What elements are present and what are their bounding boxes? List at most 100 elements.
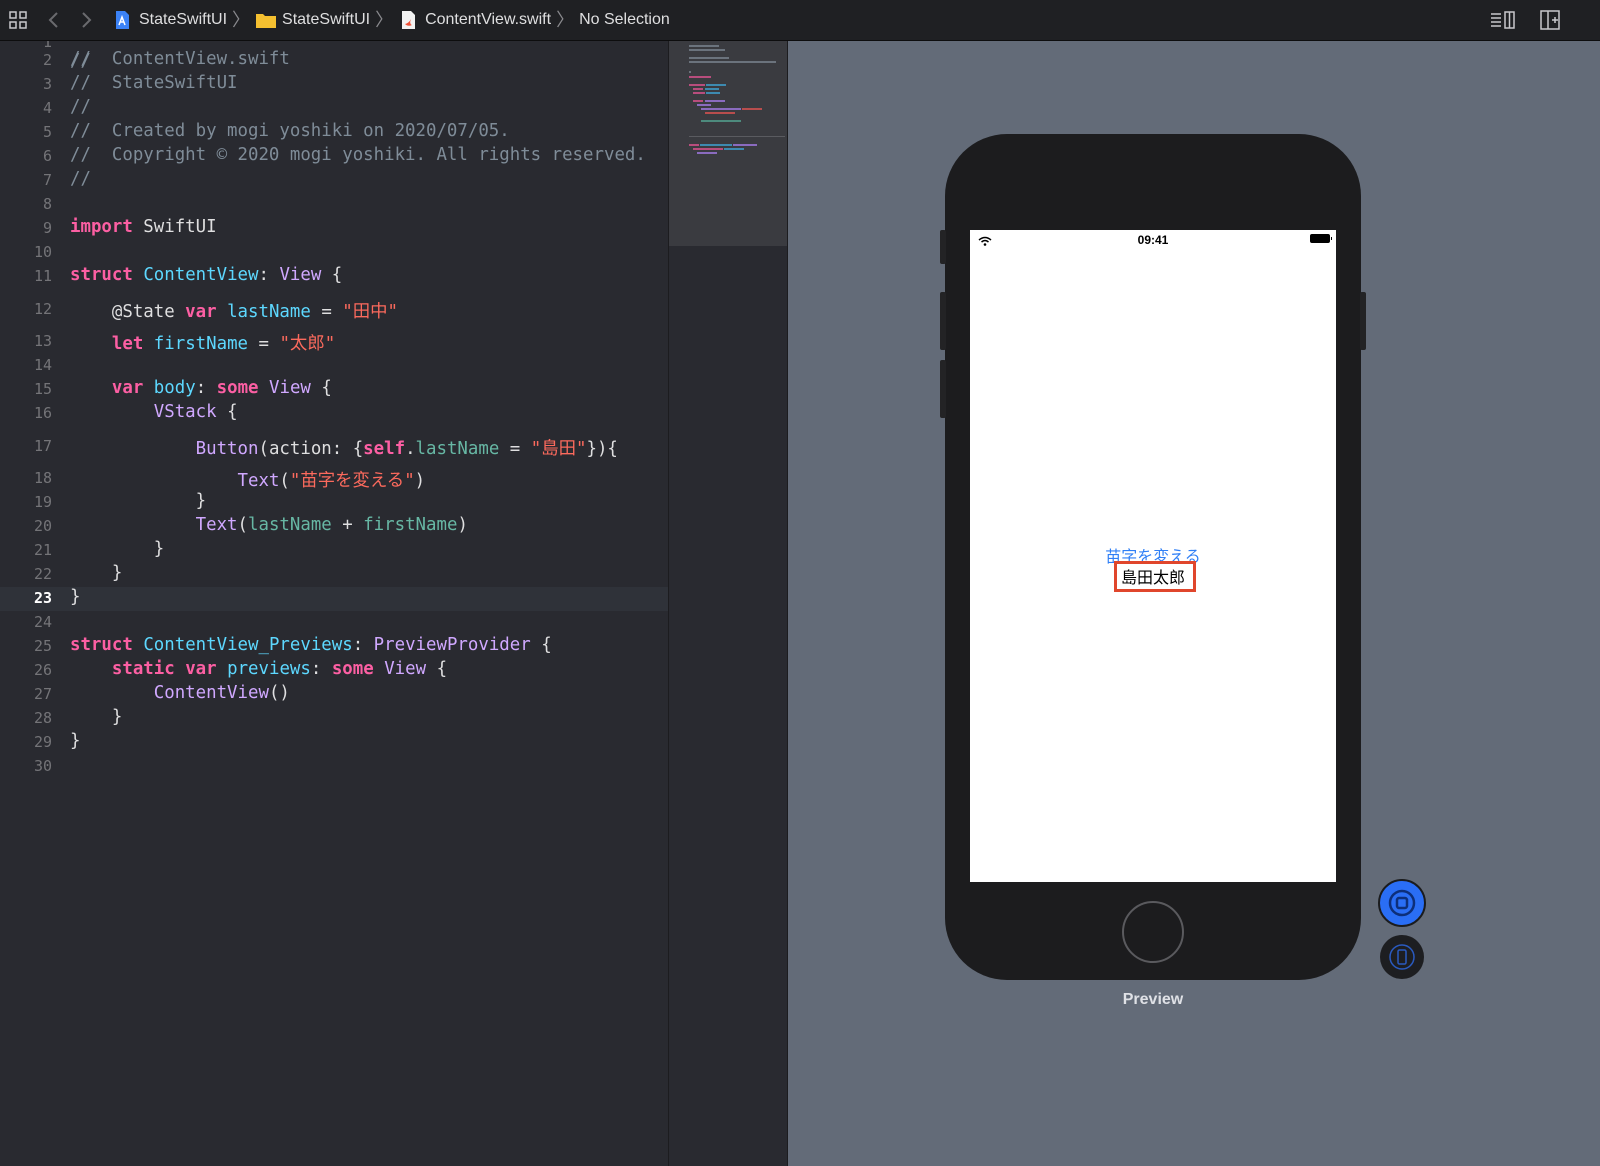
live-preview-button[interactable]	[1378, 879, 1426, 927]
breadcrumb-project[interactable]: StateSwiftUI	[112, 10, 227, 30]
code-token: firstName	[363, 515, 458, 535]
minimap[interactable]	[668, 41, 787, 1166]
line-number: 30	[33, 757, 52, 775]
code-line[interactable]: 24	[0, 611, 668, 635]
project-icon	[112, 10, 132, 30]
code-text: // StateSwiftUI	[70, 73, 238, 93]
line-number: 21	[33, 541, 52, 559]
code-line[interactable]: 7 //	[0, 169, 668, 193]
breadcrumb-file[interactable]: ContentView.swift	[398, 10, 551, 30]
code-text: static var previews: some View {	[70, 659, 447, 679]
code-token: //	[70, 97, 91, 117]
preview-on-device-button[interactable]	[1380, 935, 1424, 979]
code-token: }	[70, 539, 165, 559]
code-text: }	[70, 707, 122, 727]
code-token: Button	[195, 439, 259, 459]
code-line[interactable]: 22 }	[0, 563, 668, 587]
code-line[interactable]: 13 let firstName = "太郎"	[0, 330, 668, 354]
status-bar-time: 09:41	[1137, 233, 1169, 247]
code-line[interactable]: 27 ContentView()	[0, 683, 668, 707]
code-token: )	[414, 471, 426, 491]
code-line[interactable]: 6 // Copyright © 2020 mogi yoshiki. All r…	[0, 145, 668, 169]
preview-label: Preview	[1122, 991, 1184, 1008]
code-line[interactable]: 3 // StateSwiftUI	[0, 73, 668, 97]
device-screen: 09:41 苗字を変える 島田太郎	[970, 230, 1336, 882]
chevron-right-icon: 〉	[375, 10, 394, 30]
live-preview-icon	[1388, 889, 1416, 917]
code-line[interactable]: 17 Button(action: {self.lastName = "島田"}…	[0, 435, 668, 459]
code-token: {	[216, 402, 238, 422]
code-line[interactable]: 16 VStack {	[0, 402, 668, 426]
code-token: body	[153, 378, 196, 398]
code-token: {	[321, 265, 343, 285]
breadcrumb-selection[interactable]: No Selection	[579, 11, 670, 29]
code-line[interactable]: 15 var body: some View {	[0, 378, 668, 402]
code-line[interactable]: 8	[0, 193, 668, 217]
code-line[interactable]: 25 struct ContentView_Previews: PreviewPr…	[0, 635, 668, 659]
code-review-list-icon[interactable]	[1488, 8, 1518, 32]
iphone-frame: 09:41 苗字を変える 島田太郎	[940, 134, 1366, 980]
code-token: :	[310, 659, 332, 679]
code-text: Button(action: {self.lastName = "島田"}){	[70, 435, 618, 460]
code-line[interactable]: 19 }	[0, 491, 668, 515]
line-number: 12	[33, 300, 52, 318]
code-text: }	[70, 539, 164, 559]
volume-up-button	[940, 292, 946, 350]
code-token: }	[70, 587, 81, 607]
code-line[interactable]: 18 Text("苗字を変える")	[0, 467, 668, 491]
code-line[interactable]: 26 static var previews: some View {	[0, 659, 668, 683]
code-token: ContentView_Previews	[143, 635, 353, 655]
line-number: 11	[33, 267, 52, 285]
code-token: Text	[195, 515, 238, 535]
code-line[interactable]: 20 Text(lastName + firstName)	[0, 515, 668, 539]
add-editor-icon[interactable]	[1538, 8, 1562, 32]
code-token: :	[195, 378, 217, 398]
code-line[interactable]: 14	[0, 354, 668, 378]
code-token: {	[530, 635, 552, 655]
code-text: }	[70, 491, 207, 511]
line-number: 8	[42, 195, 52, 213]
code-token: View	[384, 659, 427, 679]
code-token: previews	[227, 659, 311, 679]
code-text: Text("苗字を変える")	[70, 467, 426, 492]
code-token: (action: {	[258, 439, 364, 459]
home-button	[1122, 901, 1184, 963]
chevron-right-icon: 〉	[232, 10, 251, 30]
code-line[interactable]: 5 // Created by mogi yoshiki on 2020/07/0…	[0, 121, 668, 145]
line-number: 18	[33, 469, 52, 487]
line-number: 24	[33, 613, 52, 631]
breadcrumb-folder[interactable]: StateSwiftUI	[255, 10, 370, 30]
code-line[interactable]: 12 @State var lastName = "田中"	[0, 298, 668, 322]
code-line[interactable]: 4 //	[0, 97, 668, 121]
code-token: import	[70, 217, 133, 237]
code-token: Text	[237, 471, 280, 491]
code-token: // Copyright © 2020 mogi yoshiki. All ri…	[70, 145, 646, 165]
code-token: self	[363, 439, 406, 459]
code-line[interactable]: 2 // ContentView.swift	[0, 49, 668, 73]
back-arrow-icon[interactable]	[42, 8, 66, 32]
line-number: 3	[42, 75, 52, 93]
code-editor[interactable]: 1// 2// ContentView.swift 3// StateSwiftU…	[0, 41, 668, 1166]
code-line[interactable]: 21 }	[0, 539, 668, 563]
code-line[interactable]: 29}	[0, 731, 668, 755]
code-line[interactable]: 30	[0, 755, 668, 779]
forward-arrow-icon[interactable]	[74, 8, 98, 32]
line-number: 27	[33, 685, 52, 703]
code-line[interactable]: 9 import SwiftUI	[0, 217, 668, 241]
code-token: View	[269, 378, 311, 398]
line-number: 17	[33, 437, 52, 455]
code-token: lastName	[227, 302, 311, 322]
code-text: // Created by mogi yoshiki on 2020/07/05…	[70, 121, 510, 141]
breadcrumb-file-label: ContentView.swift	[425, 11, 552, 28]
code-line[interactable]: 10	[0, 241, 668, 265]
code-line[interactable]: 11 struct ContentView: View {	[0, 265, 668, 289]
related-items-grid-icon[interactable]	[6, 8, 30, 32]
code-line[interactable]: 28 }	[0, 707, 668, 731]
code-token: ContentView	[153, 683, 269, 703]
preview-canvas[interactable]: 09:41 苗字を変える 島田太郎 Preview	[787, 41, 1600, 1166]
code-token: "島田"	[530, 439, 587, 459]
code-line[interactable]: 23}	[0, 587, 668, 611]
